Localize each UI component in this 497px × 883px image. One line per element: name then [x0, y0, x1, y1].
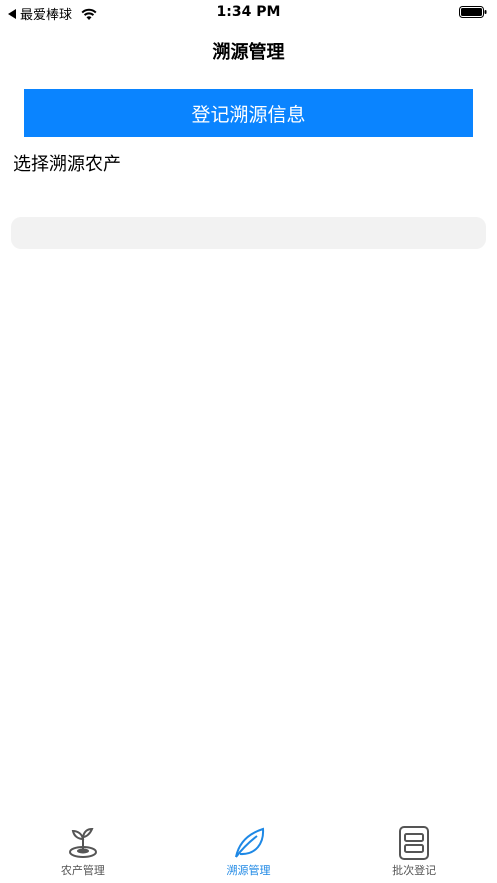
product-select-field[interactable]: [11, 217, 486, 249]
sprout-icon: [68, 827, 97, 858]
status-time: 1:34 PM: [216, 4, 281, 20]
status-bar: 最爱棒球 1:34 PM: [0, 0, 497, 26]
tab-produce-management[interactable]: 农产管理: [0, 821, 166, 883]
tab-label: 批次登记: [392, 864, 437, 877]
batch-box-icon: [399, 826, 430, 860]
tab-label: 农产管理: [60, 864, 105, 877]
leaf-icon: [234, 827, 264, 858]
select-product-label: 选择溯源农产: [13, 154, 121, 175]
tab-batch-register[interactable]: 批次登记: [331, 821, 497, 883]
register-trace-button[interactable]: 登记溯源信息: [24, 89, 473, 137]
battery-icon: [459, 6, 487, 18]
tab-bar: 农产管理 溯源管理 批次登记: [0, 821, 497, 883]
tab-label: 溯源管理: [226, 864, 271, 877]
tab-trace-management[interactable]: 溯源管理: [166, 821, 332, 883]
page-title: 溯源管理: [212, 42, 285, 63]
screen: 最爱棒球 1:34 PM 溯源管理 登记溯源信息 选择溯源农产 农产管理 溯源管…: [0, 0, 497, 883]
